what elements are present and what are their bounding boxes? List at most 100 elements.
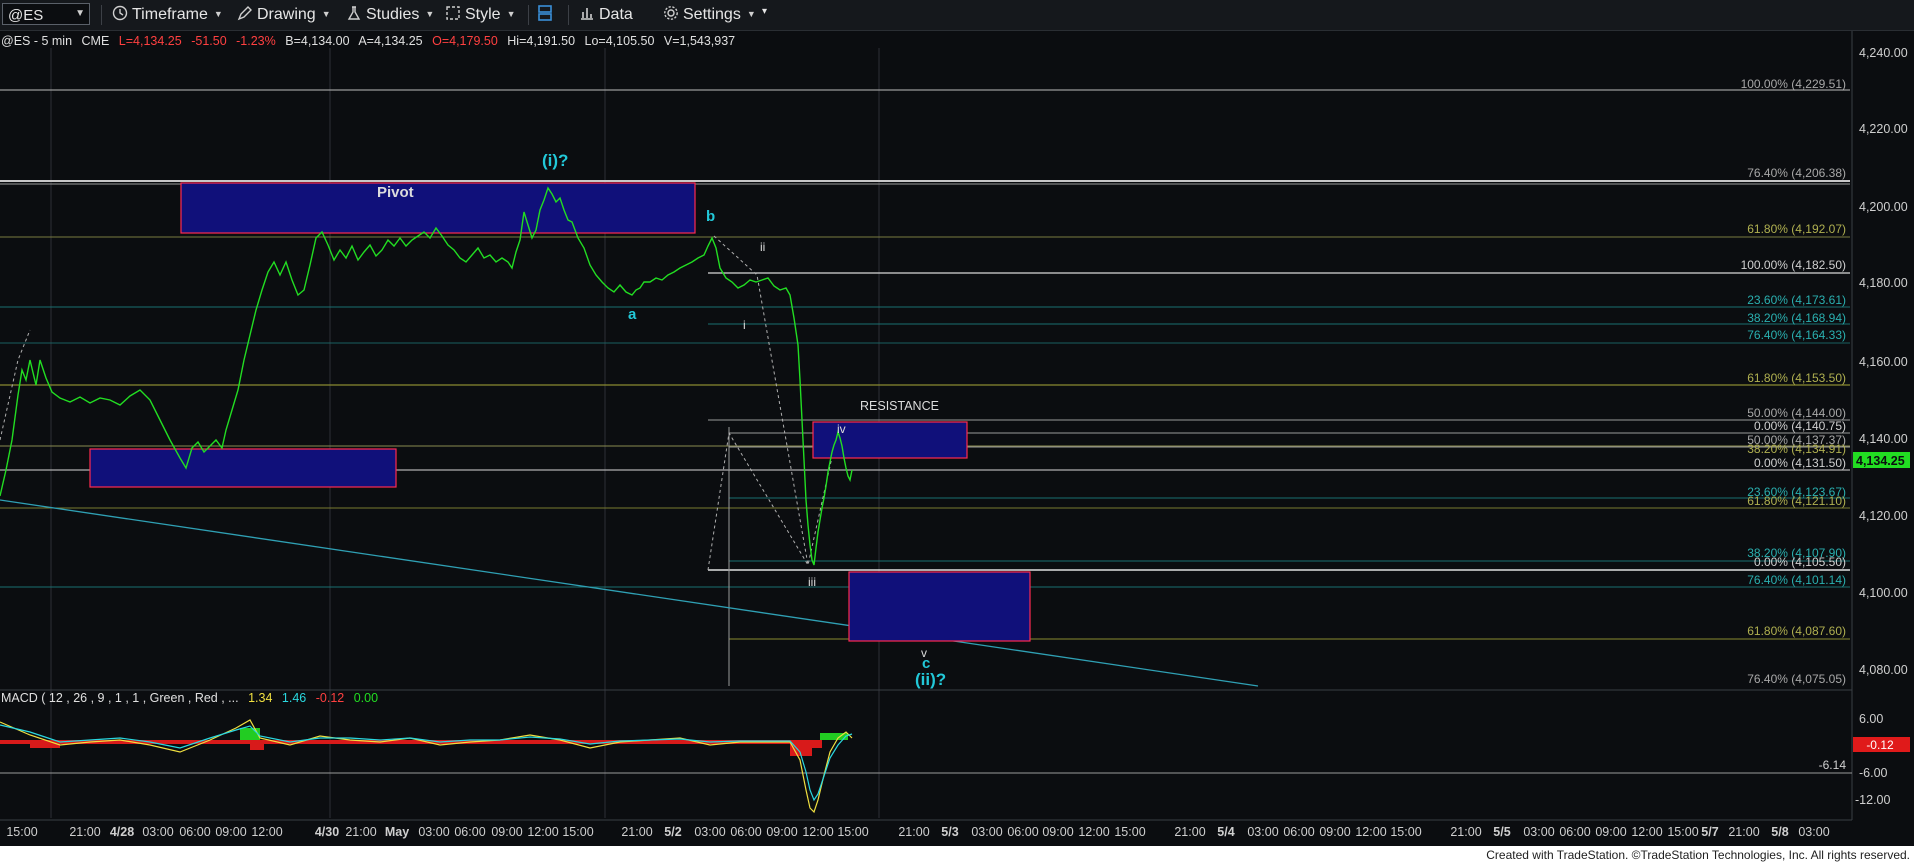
fib-label: 50.00% (4,144.00) — [1747, 406, 1846, 420]
header-high: Hi=4,191.50 — [507, 34, 575, 48]
settings-button[interactable]: Settings ▼ — [662, 5, 756, 25]
time-tick: 5/4 — [1217, 825, 1234, 839]
price-tick: 4,200.00 — [1859, 200, 1908, 214]
fib-label: 76.40% (4,075.05) — [1747, 672, 1846, 686]
header-open: O=4,179.50 — [432, 34, 498, 48]
price-tick: 4,120.00 — [1859, 509, 1908, 523]
symbol-text: @ES — [8, 7, 44, 24]
time-tick: 15:00 — [837, 825, 868, 839]
fib-label: 0.00% (4,131.50) — [1754, 456, 1846, 470]
pivot-label: Pivot — [377, 184, 414, 201]
chevron-down-icon: ▼ — [746, 9, 756, 19]
layout-button[interactable] — [536, 5, 557, 25]
header-volume: V=1,543,937 — [664, 34, 735, 48]
header-bid: B=4,134.00 — [285, 34, 349, 48]
timeframe-label: Timeframe — [132, 6, 208, 23]
macd-value-3: -0.12 — [316, 691, 345, 705]
macd-header: MACD ( 12 , 26 , 9 , 1 , 1 , Green , Red… — [1, 691, 378, 705]
resistance-label: RESISTANCE — [860, 399, 939, 413]
price-tick: 4,160.00 — [1859, 355, 1908, 369]
fib-label: 76.40% (4,101.14) — [1747, 573, 1846, 587]
studies-label: Studies — [366, 6, 420, 23]
chevron-down-icon: ▼ — [321, 9, 331, 19]
macd-tick: -6.00 — [1859, 766, 1888, 780]
time-tick: 5/3 — [941, 825, 958, 839]
time-tick: 15:00 — [562, 825, 593, 839]
header-change: -51.50 — [191, 34, 226, 48]
target-zone[interactable] — [848, 571, 1031, 642]
symbol-input[interactable]: @ES ▼ — [2, 3, 90, 25]
time-tick: 5/5 — [1493, 825, 1510, 839]
time-tick: 15:00 — [6, 825, 37, 839]
wave-label-iii: iii — [808, 575, 816, 589]
fib-label: 38.20% (4,134.91) — [1747, 442, 1846, 456]
time-tick: 09:00 — [215, 825, 246, 839]
time-tick: 4/30 — [315, 825, 339, 839]
layout-icon — [538, 5, 552, 21]
time-tick: 09:00 — [1042, 825, 1073, 839]
time-tick: 15:00 — [1390, 825, 1421, 839]
macd-ref-label: -6.14 — [1819, 758, 1847, 772]
chevron-down-icon[interactable]: ▼ — [75, 8, 85, 19]
pencil-icon — [237, 6, 252, 21]
wave-label-iv: iv — [837, 422, 846, 436]
header-symbol: @ES - 5 min — [1, 34, 72, 48]
price-tick: 4,140.00 — [1859, 432, 1908, 446]
price-tick: 4,100.00 — [1859, 586, 1908, 600]
time-tick: 06:00 — [1559, 825, 1590, 839]
time-tick: 12:00 — [1631, 825, 1662, 839]
fib-label: 61.80% (4,087.60) — [1747, 624, 1846, 638]
chart-header: @ES - 5 min CME L=4,134.25 -51.50 -1.23%… — [1, 34, 735, 48]
pivot-zone[interactable] — [180, 182, 696, 234]
time-tick: 09:00 — [766, 825, 797, 839]
time-tick: 21:00 — [621, 825, 652, 839]
flask-icon — [347, 6, 361, 20]
fib-label: 0.00% (4,140.75) — [1754, 419, 1846, 433]
header-pct: -1.23% — [236, 34, 276, 48]
time-tick: 06:00 — [1007, 825, 1038, 839]
drawing-label: Drawing — [257, 6, 316, 23]
time-tick: 03:00 — [1798, 825, 1829, 839]
copyright-text: Created with TradeStation. ©TradeStation… — [1486, 848, 1910, 862]
fib-label: 23.60% (4,173.61) — [1747, 293, 1846, 307]
style-icon — [446, 6, 460, 20]
time-tick: 21:00 — [1728, 825, 1759, 839]
time-tick: May — [385, 825, 409, 839]
header-low: Lo=4,105.50 — [585, 34, 655, 48]
toolbar-divider — [528, 5, 529, 25]
time-tick: 21:00 — [69, 825, 100, 839]
toolbar-divider — [568, 5, 569, 25]
time-tick: 5/8 — [1771, 825, 1788, 839]
style-label: Style — [465, 6, 501, 23]
price-chart[interactable]: @ES - 5 min CME L=4,134.25 -51.50 -1.23%… — [0, 31, 1914, 844]
time-tick: 03:00 — [142, 825, 173, 839]
price-tick: 4,220.00 — [1859, 122, 1908, 136]
time-tick: 12:00 — [1355, 825, 1386, 839]
time-tick: 15:00 — [1667, 825, 1698, 839]
time-tick: 15:00 — [1114, 825, 1145, 839]
header-ask: A=4,134.25 — [358, 34, 422, 48]
time-tick: 12:00 — [527, 825, 558, 839]
timeframe-button[interactable]: Timeframe ▼ — [111, 5, 223, 25]
fib-label: 38.20% (4,168.94) — [1747, 311, 1846, 325]
time-tick: 03:00 — [1523, 825, 1554, 839]
support-zone[interactable] — [89, 448, 397, 488]
header-last: L=4,134.25 — [119, 34, 182, 48]
style-button[interactable]: Style ▼ — [444, 5, 516, 25]
price-tick: 4,080.00 — [1859, 663, 1908, 677]
time-tick: 06:00 — [730, 825, 761, 839]
time-tick: 12:00 — [1078, 825, 1109, 839]
studies-button[interactable]: Studies ▼ — [345, 5, 434, 25]
time-tick: 06:00 — [454, 825, 485, 839]
fib-label: 61.80% (4,121.10) — [1747, 494, 1846, 508]
drawing-button[interactable]: Drawing ▼ — [236, 5, 331, 25]
toolbar: @ES ▼ Timeframe ▼ Drawing ▼ Studies ▼ Style… — [0, 0, 1914, 31]
macd-value-4: 0.00 — [354, 691, 378, 705]
wave-label-b: b — [706, 208, 715, 225]
more-dropdown-icon[interactable]: ▾ — [762, 6, 767, 26]
fib-label: 61.80% (4,192.07) — [1747, 222, 1846, 236]
macd-value-1: 1.34 — [248, 691, 272, 705]
macd-tick: -12.00 — [1855, 793, 1890, 807]
data-button[interactable]: Data — [578, 5, 633, 25]
time-tick: 03:00 — [418, 825, 449, 839]
